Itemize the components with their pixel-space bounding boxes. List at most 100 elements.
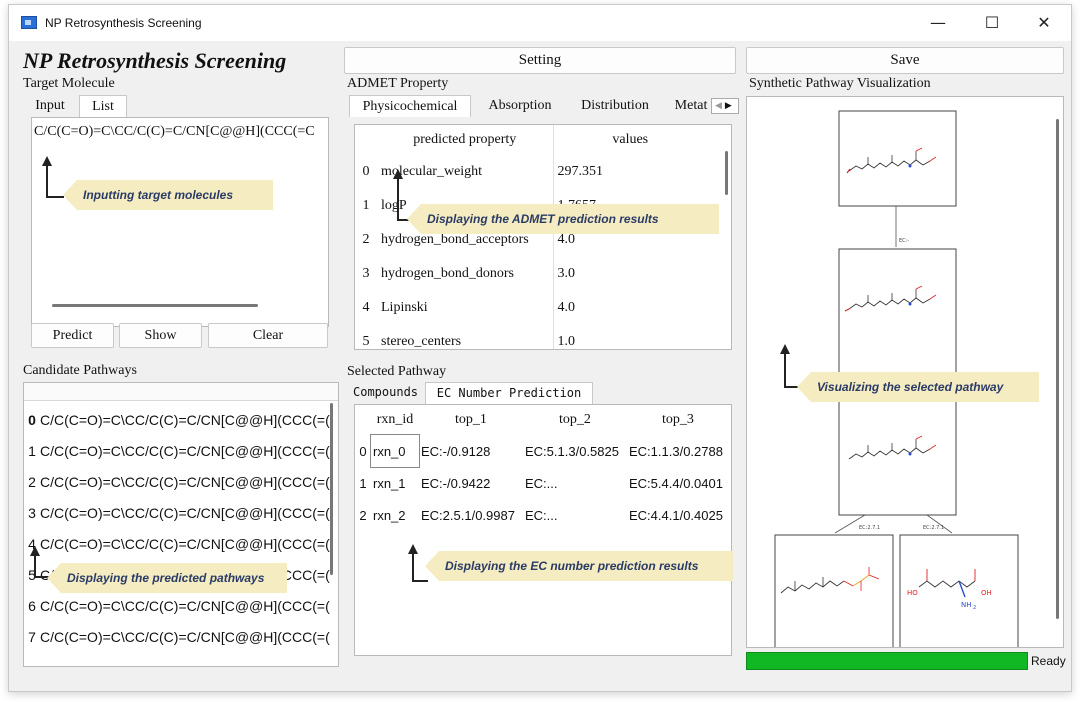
top3-cell: EC:5.4.4/0.0401 [629, 475, 723, 491]
candidate-list: 0 C/C(C=O)=C\CC/C(C)=C/CN[C@@H](CCC(=(1 C/… [23, 382, 339, 667]
visualization-heading: Synthetic Pathway Visualization [749, 76, 931, 91]
pathway-smiles: C/C(C=O)=C\CC/C(C)=C/CN[C@@H](CCC(=( [40, 536, 330, 552]
list-item[interactable]: 2 C/C(C=O)=C\CC/C(C)=C/CN[C@@H](CCC(=( [24, 467, 338, 498]
row-index: 5 [362, 334, 370, 349]
rxn-id-cell: rxn_1 [373, 475, 406, 491]
selected-tabs: Compounds EC Number Prediction [347, 382, 607, 404]
vertical-scrollbar[interactable] [330, 403, 333, 575]
pathway-smiles: C/C(C=O)=C\CC/C(C)=C/CN[C@@H](CCC(=( [40, 629, 330, 645]
title-bar: NP Retrosynthesis Screening — ☐ ✕ [9, 5, 1071, 41]
chevron-right-icon[interactable]: ▶ [722, 101, 732, 111]
property-name-cell: stereo_centers [377, 325, 554, 349]
top1-cell: EC:-/0.9422 [421, 475, 491, 491]
table-row[interactable]: 3 hydrogen_bond_donors 3.0 [355, 257, 707, 291]
maximize-button[interactable]: ☐ [969, 9, 1015, 37]
atom-label: HO [907, 589, 918, 597]
arrow-line [412, 580, 428, 582]
table-row[interactable]: 0 rxn_0 EC:-/0.9128 EC:5.1.3/0.5825 EC:1.1.3… [355, 434, 729, 468]
admet-tabs: Physicochemical Absorption Distribution … [347, 95, 742, 117]
list-header [24, 383, 338, 401]
property-name-cell: hydrogen_bond_donors [377, 257, 554, 291]
admet-heading: ADMET Property [347, 76, 449, 91]
selected-pathway-heading: Selected Pathway [347, 364, 447, 379]
pathway-smiles: C/C(C=O)=C\CC/C(C)=C/CN[C@@H](CCC(=( [40, 505, 330, 521]
app-window: NP Retrosynthesis Screening — ☐ ✕ NP Ret… [8, 4, 1072, 692]
tab-metabolism[interactable]: Metat [669, 95, 713, 117]
tab-distribution[interactable]: Distribution [569, 95, 661, 117]
list-item[interactable]: 4 C/C(C=O)=C\CC/C(C)=C/CN[C@@H](CCC(=( [24, 529, 338, 560]
row-index: 2 [362, 232, 370, 247]
table-row[interactable]: 0 molecular_weight 297.351 [355, 155, 707, 189]
molecule-card-2[interactable] [838, 394, 957, 516]
tab-list[interactable]: List [79, 95, 127, 117]
pathway-smiles: C/C(C=O)=C\CC/C(C)=C/CN[C@@H](CCC(=( [40, 412, 330, 428]
molecule-card-1[interactable] [838, 248, 957, 383]
top2-cell: EC:... [525, 507, 558, 523]
arrow-line [397, 178, 399, 220]
tab-scroll-buttons[interactable]: ◀ ▶ [711, 98, 739, 114]
horizontal-scrollbar[interactable] [52, 304, 258, 307]
table-corner [355, 125, 377, 155]
atom-label: OH [981, 589, 992, 597]
close-button[interactable]: ✕ [1021, 9, 1067, 37]
property-value-cell: 4.0 [557, 300, 576, 315]
table-row[interactable]: 4 Lipinski 4.0 [355, 291, 707, 325]
molecule-card-3[interactable] [774, 534, 894, 648]
top2-cell: EC:... [525, 475, 558, 491]
window-title: NP Retrosynthesis Screening [45, 16, 202, 30]
table-row[interactable]: 2 rxn_2 EC:2.5.1/0.9987 EC:... EC:4.4.1/0.40… [355, 499, 729, 531]
ec-table: rxn_id top_1 top_2 top_3 0 rxn_0 EC:-/0.91… [355, 405, 729, 531]
target-tabs: Input List [23, 95, 143, 117]
column-header: values [612, 132, 649, 147]
chevron-left-icon[interactable]: ◀ [712, 101, 722, 111]
top1-cell: EC:2.5.1/0.9987 [421, 507, 515, 523]
tab-absorption[interactable]: Absorption [481, 95, 559, 117]
annotation-admet: Displaying the ADMET prediction results [407, 204, 719, 234]
top3-cell: EC:4.4.1/0.4025 [629, 507, 723, 523]
predict-button[interactable]: Predict [31, 323, 114, 348]
vertical-scrollbar[interactable] [725, 151, 728, 195]
annotation-target: Inputting target molecules [63, 180, 273, 210]
tab-compounds[interactable]: Compounds [349, 382, 421, 404]
row-index: 6 [28, 598, 36, 614]
molecule-card-4[interactable]: HO OH NH 2 [899, 534, 1019, 648]
row-index: 0 [28, 412, 36, 428]
edge-label: EC:- [899, 238, 909, 244]
rxn-id-cell: rxn_0 [370, 434, 420, 468]
setting-button[interactable]: Setting [344, 47, 736, 74]
smiles-input-box[interactable]: C/C(C=O)=C\CC/C(C)=C/CN[C@@H](CCC(=C [31, 117, 329, 327]
tab-input[interactable]: Input [27, 95, 73, 117]
tab-ec-number-prediction[interactable]: EC Number Prediction [425, 382, 593, 404]
vertical-scrollbar[interactable] [1056, 119, 1059, 619]
list-item[interactable]: 7 C/C(C=O)=C\CC/C(C)=C/CN[C@@H](CCC(=( [24, 622, 338, 653]
table-row[interactable]: 1 rxn_1 EC:-/0.9422 EC:... EC:5.4.4/0.0401 [355, 467, 729, 499]
progress-bar [746, 652, 1028, 670]
column-header: predicted property [377, 125, 554, 155]
pathway-smiles: C/C(C=O)=C\CC/C(C)=C/CN[C@@H](CCC(=( [40, 474, 330, 490]
ec-table-box: rxn_id top_1 top_2 top_3 0 rxn_0 EC:-/0.91… [354, 404, 732, 656]
row-index: 1 [359, 475, 367, 491]
annotation-ec: Displaying the EC number prediction resu… [425, 551, 733, 581]
property-value-cell: 3.0 [557, 266, 576, 281]
save-button[interactable]: Save [746, 47, 1064, 74]
list-item[interactable]: 3 C/C(C=O)=C\CC/C(C)=C/CN[C@@H](CCC(=( [24, 498, 338, 529]
list-item[interactable]: 6 C/C(C=O)=C\CC/C(C)=C/CN[C@@H](CCC(=( [24, 591, 338, 622]
minimize-button[interactable]: — [915, 9, 961, 37]
admet-table: predicted property values 0 molecular_wei… [355, 125, 707, 349]
list-item[interactable]: 0 C/C(C=O)=C\CC/C(C)=C/CN[C@@H](CCC(=( [24, 405, 338, 436]
show-button[interactable]: Show [119, 323, 202, 348]
property-value-cell: 1.0 [557, 334, 576, 349]
row-index: 1 [362, 198, 370, 213]
property-name-cell: Lipinski [377, 291, 554, 325]
atom-label: NH [961, 601, 972, 609]
table-row[interactable]: 5 stereo_centers 1.0 [355, 325, 707, 349]
row-index: 0 [359, 443, 367, 459]
arrow-line [412, 553, 414, 581]
molecule-card-0[interactable] [838, 110, 957, 207]
app-icon [21, 16, 37, 29]
clear-button[interactable]: Clear [208, 323, 328, 348]
table-corner [355, 405, 371, 435]
tab-physicochemical[interactable]: Physicochemical [349, 95, 471, 117]
list-item[interactable]: 1 C/C(C=O)=C\CC/C(C)=C/CN[C@@H](CCC(=( [24, 436, 338, 467]
column-header: top_3 [662, 412, 694, 427]
